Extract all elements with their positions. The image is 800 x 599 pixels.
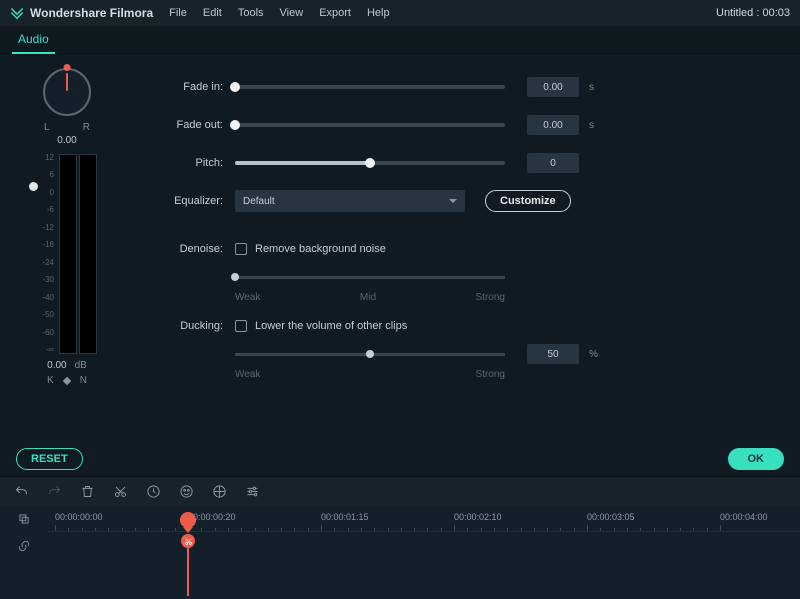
timeline-ruler[interactable]: 00:00:00:0000:00:00:2000:00:01:1500:00:0…: [48, 506, 800, 532]
pan-knob[interactable]: [37, 64, 97, 124]
level-meters: 1260-6-12-18-24-30-40-50-60-∞: [37, 154, 97, 354]
ducking-check-label: Lower the volume of other clips: [255, 320, 407, 332]
fade-in-label: Fade in:: [140, 81, 235, 93]
link-icon[interactable]: [17, 539, 31, 556]
denoise-check-label: Remove background noise: [255, 243, 386, 255]
fade-in-value[interactable]: 0.00: [527, 77, 579, 97]
menu-tools[interactable]: Tools: [238, 7, 264, 19]
equalizer-select[interactable]: Default: [235, 190, 465, 212]
app-name: Wondershare Filmora: [30, 6, 153, 20]
timeline: 00:00:00:0000:00:00:2000:00:01:1500:00:0…: [0, 506, 800, 599]
tab-audio[interactable]: Audio: [12, 26, 55, 54]
logo-icon: [10, 6, 24, 20]
row-ducking: Ducking: Lower the volume of other clips: [140, 315, 782, 337]
row-pitch: Pitch: 0: [140, 152, 782, 174]
timeline-toolbar: [0, 476, 800, 506]
denoise-ticks: Weak Mid Strong: [235, 292, 505, 303]
row-equalizer: Equalizer: Default Customize: [140, 190, 782, 212]
ducking-ticks: Weak Strong: [235, 369, 505, 380]
timecode-label: 00:00:04:00: [720, 512, 768, 522]
timeline-left-tools: [0, 506, 48, 599]
timecode-label: 00:00:01:15: [321, 512, 369, 522]
ducking-slider[interactable]: [235, 353, 505, 356]
row-ducking-slider: 50 %: [140, 343, 782, 365]
pitch-label: Pitch:: [140, 157, 235, 169]
undo-button[interactable]: [14, 484, 29, 499]
pitch-slider[interactable]: [235, 161, 505, 165]
app-logo: Wondershare Filmora: [10, 6, 153, 20]
denoise-checkbox[interactable]: [235, 243, 247, 255]
app-window: Wondershare Filmora File Edit Tools View…: [0, 0, 800, 599]
timecode-label: 00:00:02:10: [454, 512, 502, 522]
menu-bar: File Edit Tools View Export Help: [169, 7, 389, 19]
cut-button[interactable]: [113, 484, 128, 499]
ducking-tick-weak: Weak: [235, 369, 260, 380]
timecode-label: 00:00:03:05: [587, 512, 635, 522]
denoise-tick-strong: Strong: [476, 292, 505, 303]
left-panel: L R 0.00 1260-6-12-18-24-30-40-50-60-∞ 0…: [0, 54, 130, 442]
keyframe-icon[interactable]: [62, 376, 70, 384]
timeline-track-area[interactable]: 00:00:00:0000:00:00:2000:00:01:1500:00:0…: [48, 506, 800, 599]
ok-button[interactable]: OK: [728, 448, 785, 470]
fade-in-slider[interactable]: [235, 85, 505, 89]
meter-prev[interactable]: K: [47, 375, 54, 386]
meter-next[interactable]: N: [80, 375, 87, 386]
fade-out-unit: s: [589, 120, 594, 131]
equalizer-value: Default: [243, 196, 275, 207]
fade-out-slider[interactable]: [235, 123, 505, 127]
meter-nav: K N: [47, 375, 87, 386]
denoise-label: Denoise:: [140, 243, 235, 255]
fade-in-unit: s: [589, 82, 594, 93]
controls-panel: Fade in: 0.00 s Fade out: 0.00 s Pitch: …: [130, 54, 800, 442]
fade-out-value[interactable]: 0.00: [527, 115, 579, 135]
redo-button[interactable]: [47, 484, 62, 499]
menu-file[interactable]: File: [169, 7, 187, 19]
ducking-value[interactable]: 50: [527, 344, 579, 364]
timecode-label: 00:00:00:00: [55, 512, 103, 522]
menu-edit[interactable]: Edit: [203, 7, 222, 19]
pitch-value[interactable]: 0: [527, 153, 579, 173]
meter-unit: dB: [75, 360, 87, 371]
meter-value: 0.00: [47, 360, 66, 371]
meter-bar-right: [79, 154, 97, 354]
menu-export[interactable]: Export: [319, 7, 351, 19]
settings-button[interactable]: [245, 484, 260, 499]
ducking-tick-strong: Strong: [476, 369, 505, 380]
meter-scale: 1260-6-12-18-24-30-40-50-60-∞: [37, 154, 57, 354]
button-bar: RESET OK: [0, 442, 800, 476]
playhead-line: [187, 546, 189, 596]
ducking-checkbox[interactable]: [235, 320, 247, 332]
row-fade-in: Fade in: 0.00 s: [140, 76, 782, 98]
tab-bar: Audio: [0, 26, 800, 54]
row-fade-out: Fade out: 0.00 s: [140, 114, 782, 136]
ducking-label: Ducking:: [140, 320, 235, 332]
reset-button[interactable]: RESET: [16, 448, 83, 470]
crop-button[interactable]: [212, 484, 227, 499]
fade-out-label: Fade out:: [140, 119, 235, 131]
meter-bar-left: [59, 154, 77, 354]
row-denoise: Denoise: Remove background noise: [140, 238, 782, 260]
duplicate-icon[interactable]: [17, 512, 31, 529]
volume-slider[interactable]: [29, 182, 38, 191]
menu-view[interactable]: View: [280, 7, 304, 19]
color-button[interactable]: [179, 484, 194, 499]
denoise-tick-mid: Mid: [360, 292, 376, 303]
meter-readout: 0.00 dB: [47, 360, 87, 371]
ducking-unit: %: [589, 349, 598, 360]
chevron-down-icon: [449, 199, 457, 203]
equalizer-label: Equalizer:: [140, 195, 235, 207]
speed-button[interactable]: [146, 484, 161, 499]
menu-help[interactable]: Help: [367, 7, 390, 19]
denoise-slider[interactable]: [235, 276, 505, 279]
playhead-head-icon[interactable]: [180, 512, 196, 528]
customize-button[interactable]: Customize: [485, 190, 571, 212]
delete-button[interactable]: [80, 484, 95, 499]
row-denoise-slider: [140, 266, 782, 288]
audio-panel: L R 0.00 1260-6-12-18-24-30-40-50-60-∞ 0…: [0, 54, 800, 442]
denoise-tick-weak: Weak: [235, 292, 260, 303]
document-title: Untitled : 00:03: [716, 7, 790, 19]
titlebar: Wondershare Filmora File Edit Tools View…: [0, 0, 800, 26]
pan-value: 0.00: [57, 135, 76, 146]
